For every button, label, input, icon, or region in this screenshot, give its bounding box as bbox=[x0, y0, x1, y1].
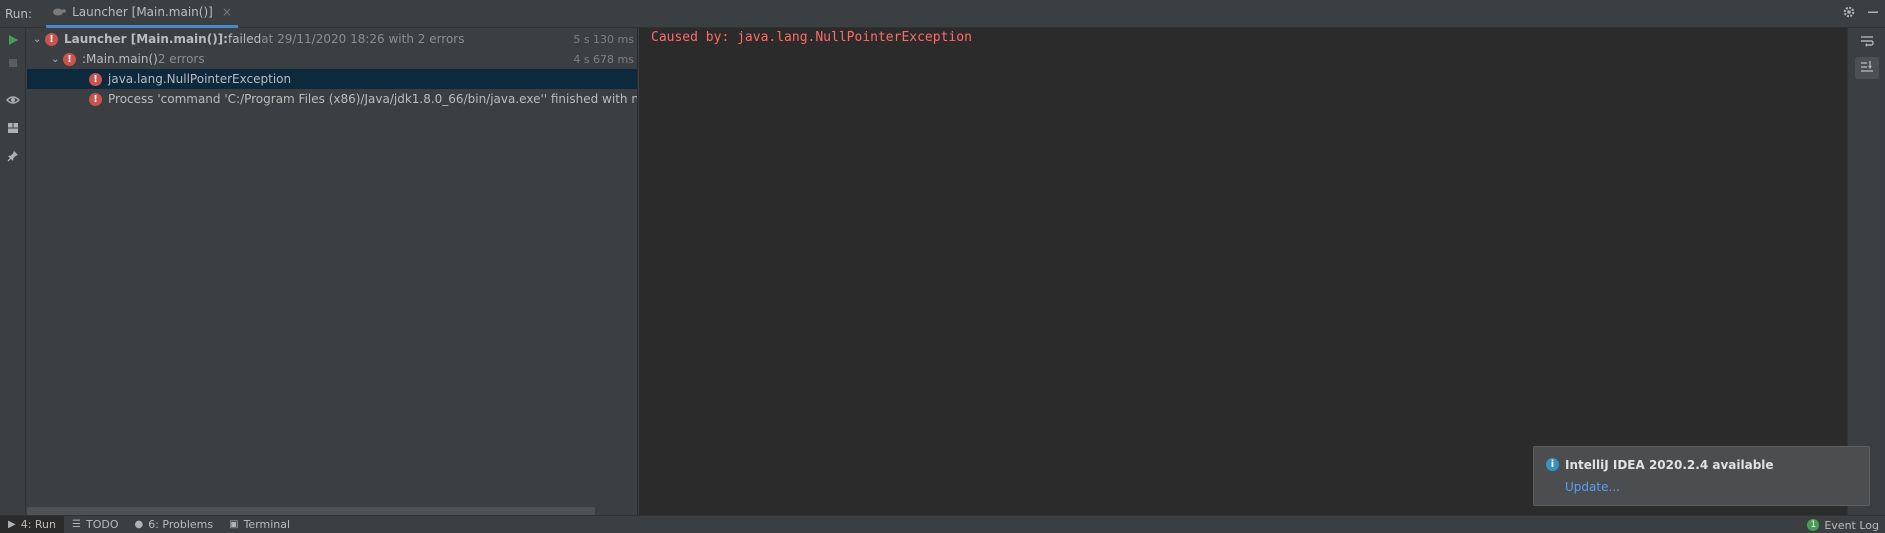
close-icon[interactable]: × bbox=[222, 5, 232, 19]
tool-window-run[interactable]: ▶ 4: Run bbox=[0, 515, 64, 533]
header-actions bbox=[1837, 0, 1885, 28]
ide-window: Run: Launcher [Main.main()] × ⌄ ! Launch… bbox=[0, 0, 1885, 533]
node-name: Process 'command 'C:/Program Files (x86)… bbox=[108, 92, 637, 106]
tree-row-process[interactable]: ! Process 'command 'C:/Program Files (x8… bbox=[27, 89, 637, 109]
warning-circle-icon: ● bbox=[134, 519, 144, 530]
node-extra: 2 errors bbox=[157, 52, 205, 66]
node-name: :Main.main() bbox=[82, 52, 158, 66]
eye-icon bbox=[6, 94, 20, 108]
soft-wrap-button[interactable] bbox=[1855, 32, 1879, 54]
play-icon bbox=[7, 34, 19, 49]
layout-icon bbox=[7, 122, 19, 137]
scroll-to-end-icon bbox=[1860, 60, 1874, 76]
rerun-button[interactable] bbox=[1, 30, 25, 52]
tool-window-terminal[interactable]: ▣ Terminal bbox=[221, 516, 298, 533]
console-error-line: Caused by: java.lang.NullPointerExceptio… bbox=[651, 30, 972, 45]
event-log-badge: 1 bbox=[1807, 519, 1820, 531]
error-icon: ! bbox=[63, 52, 76, 66]
error-icon: ! bbox=[89, 92, 102, 106]
test-tree: ⌄ ! Launcher [Main.main()]: failed at 29… bbox=[27, 28, 638, 515]
tool-window-terminal-label: Terminal bbox=[243, 518, 291, 531]
tool-window-problems[interactable]: ● 6: Problems bbox=[126, 516, 221, 533]
chevron-down-icon[interactable]: ⌄ bbox=[33, 34, 45, 45]
chevron-down-icon[interactable]: ⌄ bbox=[51, 54, 63, 65]
tool-window-event-log[interactable]: 1 Event Log bbox=[1807, 516, 1879, 533]
run-actions-toolbar bbox=[0, 28, 26, 515]
console-toolbar bbox=[1847, 28, 1885, 515]
run-label: Run: bbox=[5, 6, 33, 21]
pin-button[interactable] bbox=[1, 146, 25, 168]
event-log-label: Event Log bbox=[1824, 518, 1879, 532]
node-extra: at 29/11/2020 18:26 with 2 errors bbox=[261, 32, 465, 46]
tab-launcher[interactable]: Launcher [Main.main()] × bbox=[46, 0, 238, 28]
soft-wrap-icon bbox=[1860, 35, 1874, 51]
play-icon: ▶ bbox=[8, 519, 16, 530]
tool-window-todo-label: TODO bbox=[85, 518, 119, 531]
layout-button[interactable] bbox=[1, 118, 25, 140]
notification-title: IntelliJ IDEA 2020.2.4 available bbox=[1565, 458, 1774, 472]
info-icon: i bbox=[1546, 458, 1559, 471]
node-status: failed bbox=[227, 32, 262, 46]
tool-window-run-label: 4: Run bbox=[20, 518, 56, 531]
list-icon: ☰ bbox=[72, 519, 81, 530]
minimize-icon[interactable] bbox=[1861, 6, 1885, 22]
tree-row-main[interactable]: ⌄ ! :Main.main() 2 errors 4 s 678 ms bbox=[27, 49, 637, 69]
tree-row-launcher[interactable]: ⌄ ! Launcher [Main.main()]: failed at 29… bbox=[27, 29, 637, 49]
tab-label: Launcher [Main.main()] bbox=[72, 5, 213, 19]
tree-row-exception[interactable]: ! java.lang.NullPointerException bbox=[27, 69, 637, 89]
console-output[interactable]: Caused by: java.lang.NullPointerExceptio… bbox=[639, 28, 1847, 515]
stop-icon bbox=[8, 57, 18, 71]
gear-icon[interactable] bbox=[1837, 5, 1861, 23]
terminal-icon: ▣ bbox=[229, 519, 239, 530]
run-tool-window-header: Run: Launcher [Main.main()] × bbox=[0, 0, 1885, 28]
node-time: 4 s 678 ms bbox=[573, 52, 634, 66]
show-passed-button[interactable] bbox=[1, 90, 25, 112]
tool-window-problems-label: 6: Problems bbox=[148, 518, 214, 531]
tool-window-todo[interactable]: ☰ TODO bbox=[64, 516, 126, 533]
stop-button[interactable] bbox=[1, 53, 25, 75]
horizontal-scrollbar[interactable] bbox=[27, 507, 595, 515]
node-time: 5 s 130 ms bbox=[573, 32, 634, 46]
tool-window-bar: ▶ 4: Run ☰ TODO ● 6: Problems ▣ Terminal… bbox=[0, 515, 1885, 533]
update-notification: i IntelliJ IDEA 2020.2.4 available Updat… bbox=[1533, 446, 1870, 506]
error-icon: ! bbox=[45, 32, 58, 46]
scroll-to-end-button[interactable] bbox=[1855, 57, 1879, 79]
node-name: java.lang.NullPointerException bbox=[108, 72, 292, 86]
pin-icon bbox=[7, 150, 19, 165]
node-name: Launcher [Main.main()]: bbox=[64, 32, 228, 46]
turtle-icon bbox=[52, 5, 66, 19]
update-link[interactable]: Update... bbox=[1565, 480, 1620, 494]
error-icon: ! bbox=[89, 72, 102, 86]
